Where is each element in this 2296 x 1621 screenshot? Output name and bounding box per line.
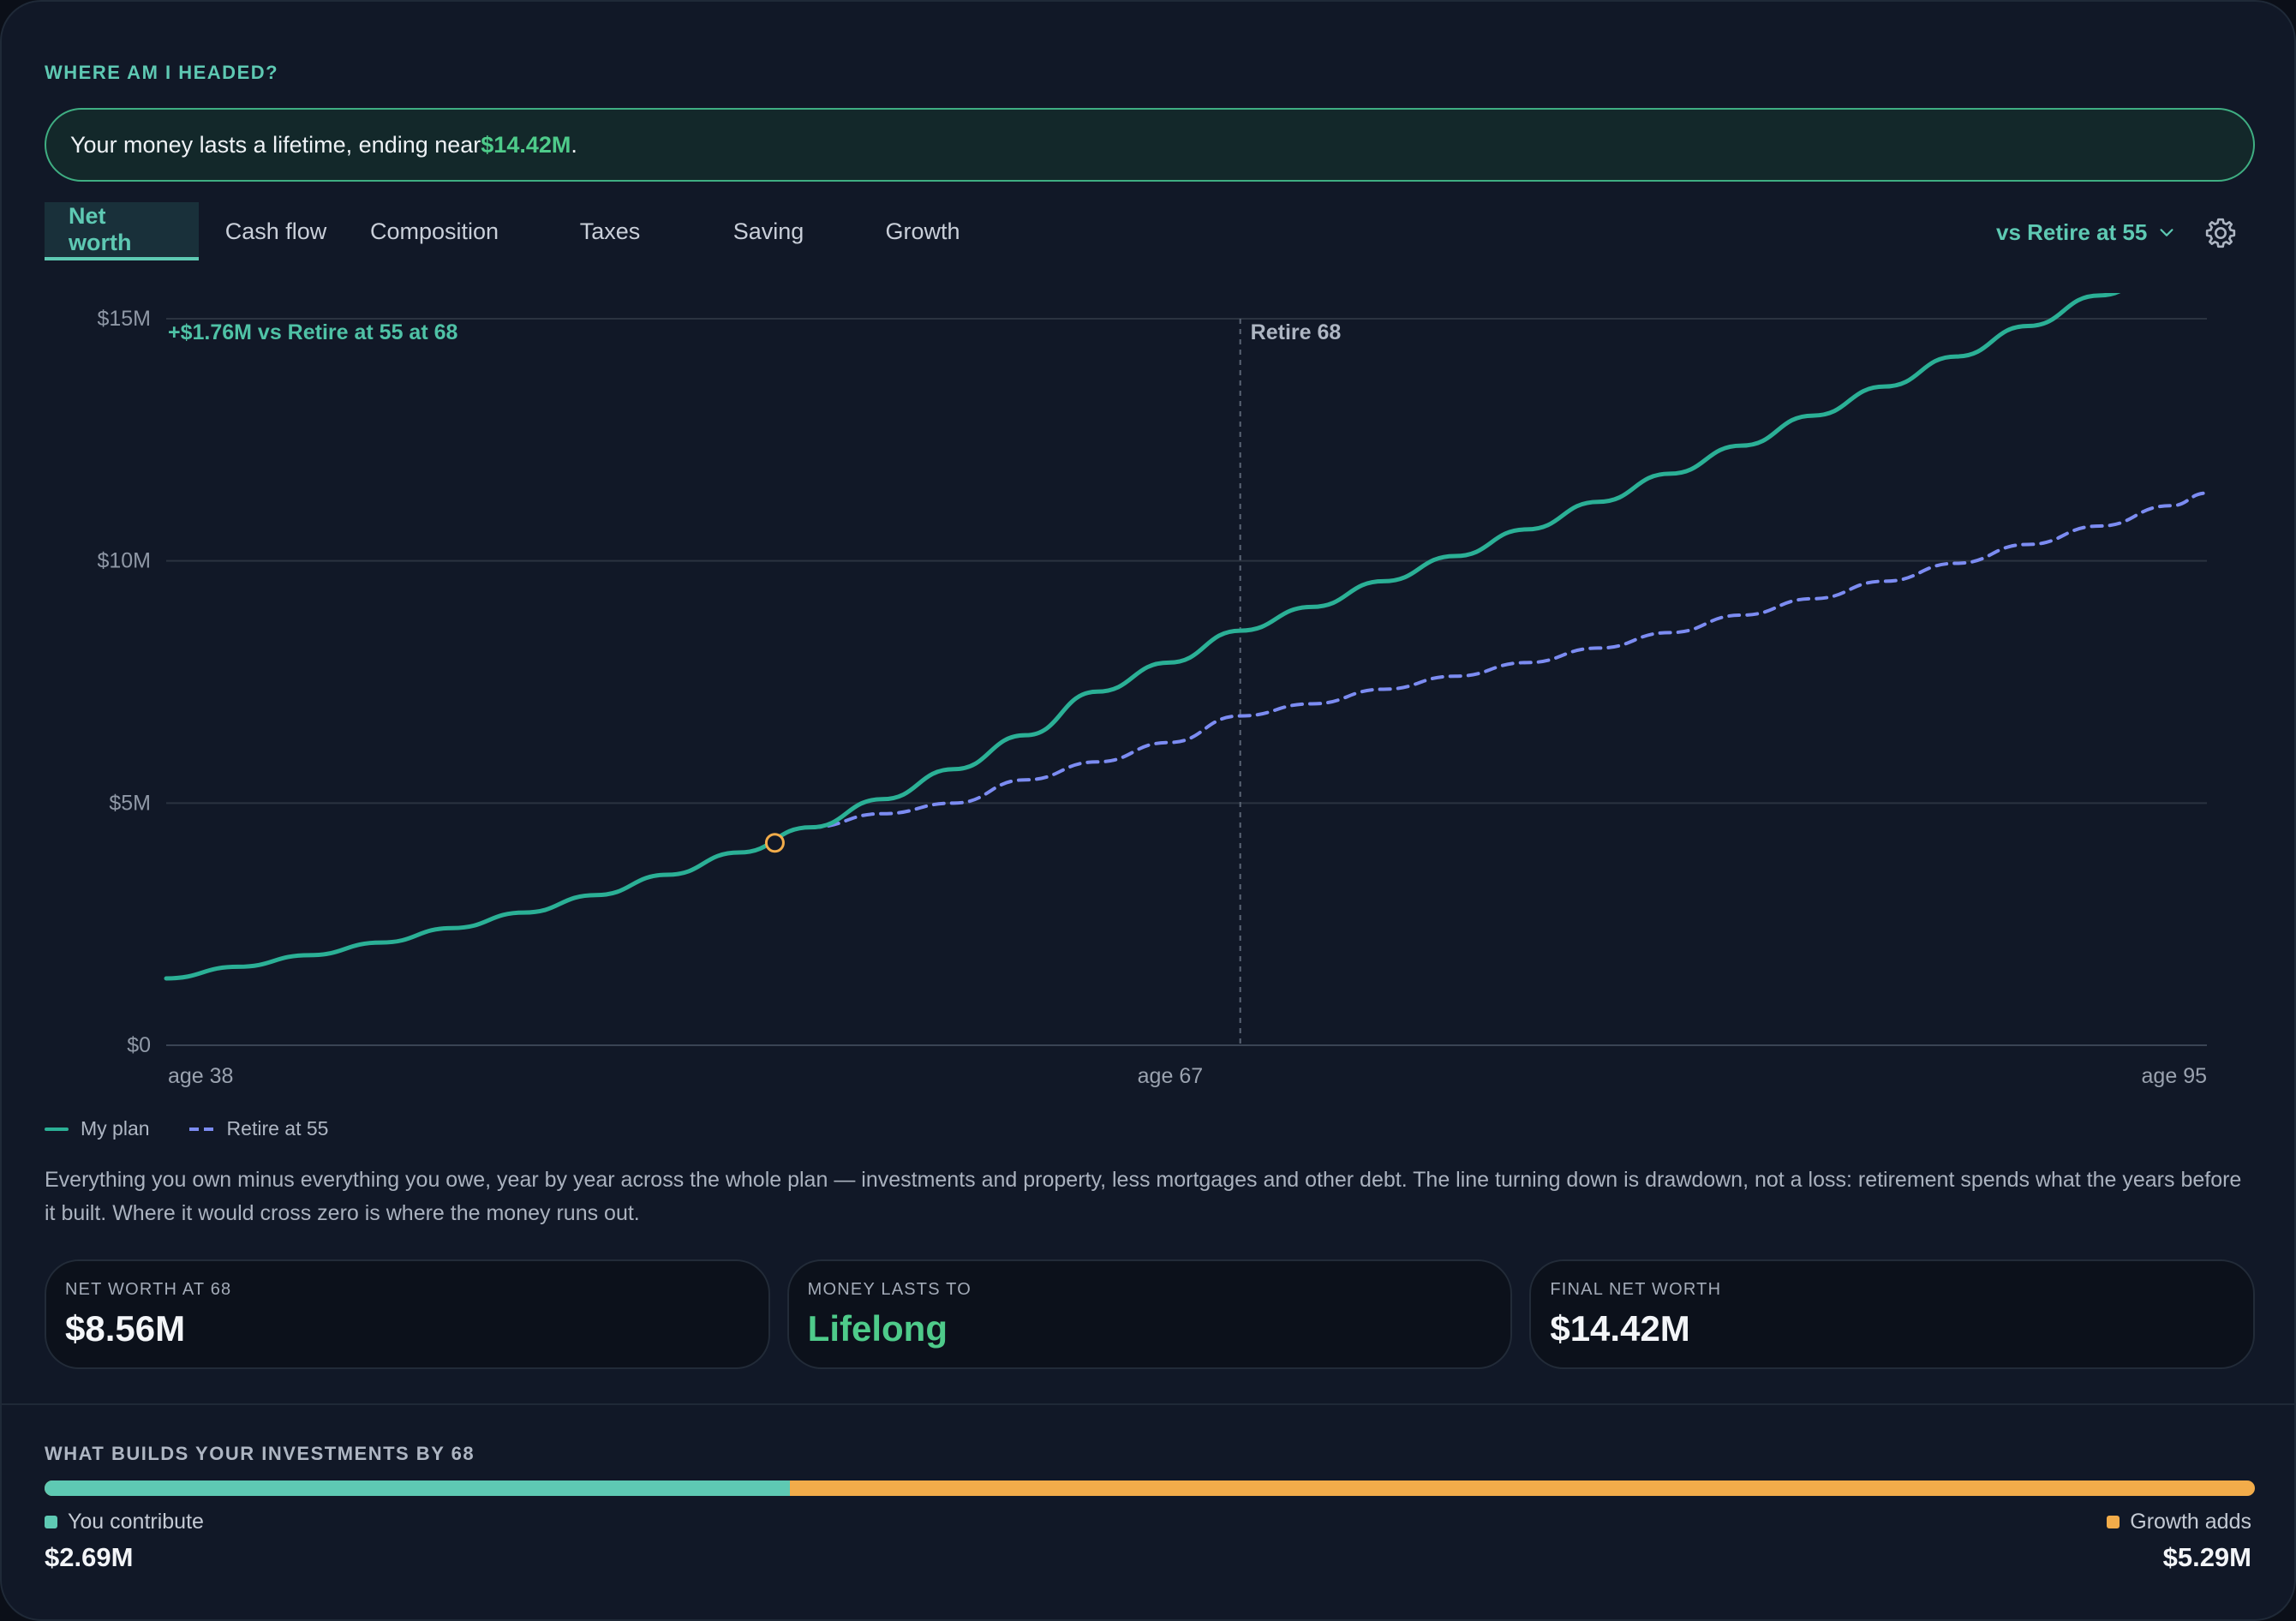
contribute-value: $2.69M	[45, 1542, 134, 1572]
growth-swatch	[2107, 1516, 2120, 1528]
chart-legend: My plan Retire at 55	[45, 1117, 328, 1140]
banner-amount: $14.42M	[481, 131, 571, 158]
legend-label: Retire at 55	[226, 1117, 329, 1139]
tab-growth[interactable]: Growth	[858, 202, 987, 260]
banner-text: Your money lasts a lifetime, ending near	[70, 131, 481, 158]
x-axis-ticks: age 38 age 67 age 95	[168, 1064, 2207, 1088]
series-line-my-plan	[164, 293, 2121, 981]
stat-label: NET WORTH AT 68	[65, 1280, 232, 1299]
stat-card-money-lasts: MONEY LASTS TO Lifelong	[786, 1259, 1513, 1369]
legend-swatch-dashed	[188, 1127, 215, 1131]
net-worth-card: WHERE AM I HEADED? Your money lasts a li…	[0, 0, 2296, 1621]
tab-cash-flow[interactable]: Cash flow	[199, 202, 353, 260]
stat-card-final-net-worth: FINAL NET WORTH $14.42M	[1529, 1259, 2256, 1369]
retire-marker-label: Retire 68	[1251, 320, 1342, 344]
current-age-marker	[764, 833, 785, 853]
builds-bar-contribute	[45, 1480, 790, 1496]
y-tick-label: $0	[127, 1033, 151, 1057]
legend-swatch-solid	[45, 1127, 69, 1131]
stat-card-net-worth-68: NET WORTH AT 68 $8.56M	[45, 1259, 770, 1369]
y-tick-label: $5M	[109, 791, 151, 815]
compare-label: vs Retire at 55	[1996, 218, 2148, 245]
contribute-label: You contribute	[68, 1510, 204, 1534]
delta-label: +$1.76M vs Retire at 55 at 68	[168, 320, 457, 344]
tab-taxes[interactable]: Taxes	[541, 202, 679, 260]
tab-composition[interactable]: Composition	[353, 202, 516, 260]
outcome-banner: Your money lasts a lifetime, ending near…	[45, 108, 2255, 182]
gear-icon[interactable]	[2203, 216, 2238, 250]
chart-tabs: Net worth Cash flow Composition Taxes Sa…	[45, 202, 987, 260]
builds-legend-growth: Growth adds	[2107, 1510, 2251, 1534]
net-worth-chart: $15M $10M $5M $0 age 38 age 67 age 95 Retire …	[97, 293, 2209, 1088]
stat-value: $14.42M	[1550, 1308, 1690, 1349]
legend-label: My plan	[81, 1117, 150, 1139]
chart-lines	[164, 293, 2209, 981]
tab-net-worth[interactable]: Net worth	[45, 202, 199, 260]
section-divider	[2, 1403, 2294, 1405]
series-line-retire-55	[809, 491, 2209, 829]
chart-grid	[166, 318, 2207, 1046]
stat-value: $8.56M	[65, 1308, 186, 1349]
chart-description: Everything you own minus everything you …	[45, 1168, 2242, 1225]
x-tick-label: age 67	[1138, 1064, 1203, 1088]
chart-annotations: +$1.76M vs Retire at 55 at 68	[168, 320, 785, 853]
x-tick-label: age 95	[2142, 1064, 2207, 1088]
stats-row: NET WORTH AT 68 $8.56M MONEY LASTS TO Li…	[45, 1259, 2256, 1369]
growth-label: Growth adds	[2130, 1510, 2251, 1534]
builds-title: WHAT BUILDS YOUR INVESTMENTS BY 68	[45, 1443, 475, 1464]
stat-value: Lifelong	[807, 1308, 948, 1349]
y-axis-ticks: $15M $10M $5M $0	[97, 307, 151, 1057]
growth-value: $5.29M	[2162, 1542, 2251, 1572]
builds-bar	[45, 1480, 2255, 1496]
stat-label: MONEY LASTS TO	[807, 1280, 972, 1299]
y-tick-label: $10M	[97, 549, 151, 573]
contribute-swatch	[45, 1516, 57, 1528]
section-title: WHERE AM I HEADED?	[45, 62, 279, 83]
banner-suffix: .	[571, 131, 577, 158]
stat-label: FINAL NET WORTH	[1550, 1280, 1722, 1299]
x-tick-label: age 38	[168, 1064, 233, 1088]
chevron-down-icon	[2160, 229, 2173, 236]
legend-item-retire-55: Retire at 55	[188, 1117, 329, 1140]
compare-scenario-dropdown[interactable]: vs Retire at 55	[1996, 216, 2176, 248]
builds-legend-contribute: You contribute	[45, 1510, 204, 1534]
legend-item-my-plan: My plan	[45, 1117, 150, 1140]
y-tick-label: $15M	[97, 307, 151, 331]
retire-marker: Retire 68	[1239, 319, 1342, 1045]
tab-saving[interactable]: Saving	[704, 202, 833, 260]
